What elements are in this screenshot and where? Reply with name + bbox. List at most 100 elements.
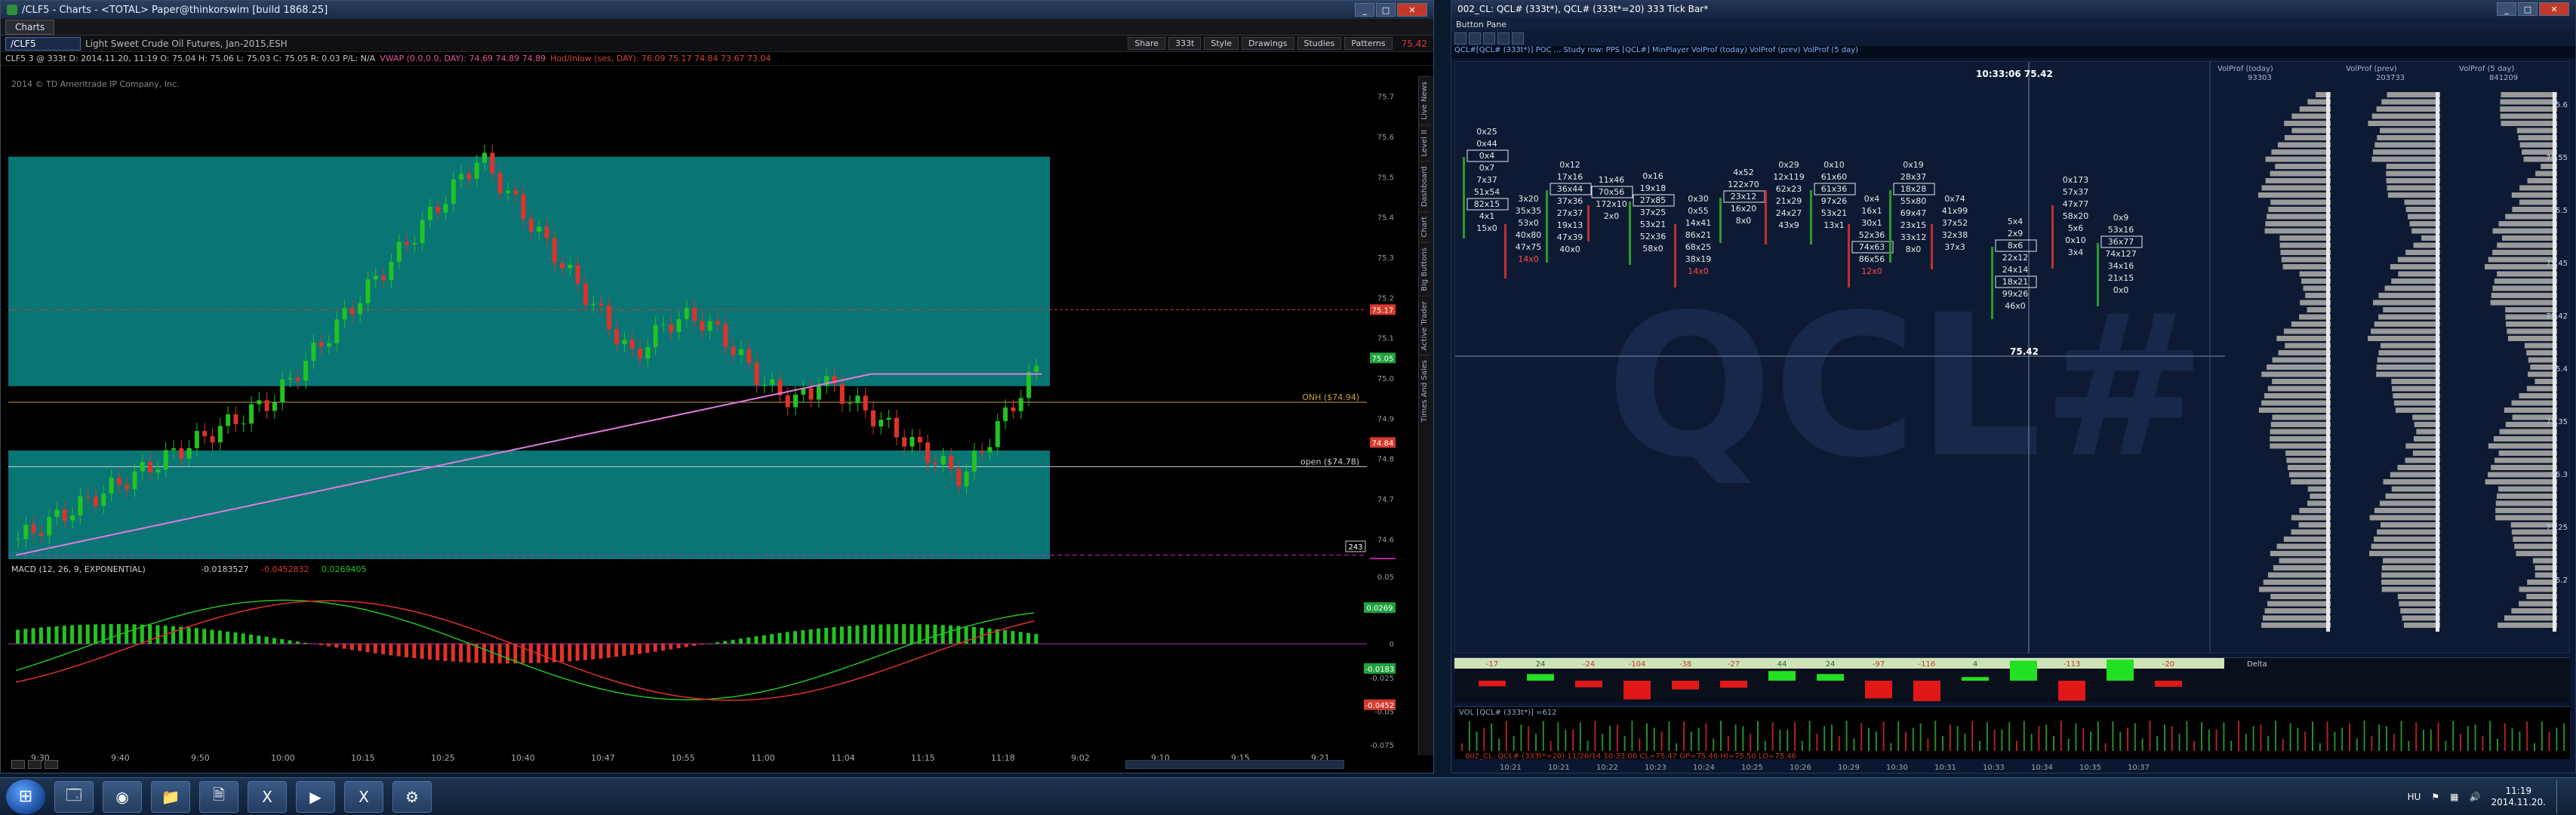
- toolbar-button-studies[interactable]: Studies: [1297, 37, 1342, 50]
- side-tab-big-buttons[interactable]: Big Buttons: [1419, 241, 1430, 296]
- volume-profile-bar: [2377, 529, 2440, 535]
- symbol-input[interactable]: /CLF5: [5, 36, 81, 51]
- candle: [334, 319, 340, 343]
- macd-histogram-bar: [443, 644, 448, 661]
- explorer-icon[interactable]: 🗔: [54, 780, 94, 813]
- clock-date: 2014.11.20.: [2491, 796, 2546, 807]
- candle: [568, 264, 573, 269]
- grid-icon[interactable]: [1497, 32, 1510, 45]
- tos-icon[interactable]: ▶: [296, 780, 335, 813]
- delta-bar: [1817, 674, 1844, 681]
- price-chart[interactable]: ONH ($74.94) open ($74.78) 243 75.7 75.6 75.5…: [8, 76, 1397, 559]
- volume-profile-bar: [2371, 328, 2440, 334]
- zoom-icon[interactable]: [1483, 32, 1495, 45]
- macd-histogram-bar: [832, 627, 836, 644]
- chart-icon[interactable]: [1512, 32, 1524, 45]
- volume-profile-bar: [2494, 457, 2557, 463]
- macd-histogram-bar: [497, 644, 502, 664]
- volume-profile-bar: [2501, 121, 2557, 126]
- zoom-reset-button[interactable]: [45, 760, 58, 769]
- volume-profile-bar: [2493, 436, 2557, 441]
- volume-profile-bar: [2507, 328, 2557, 334]
- excel-icon[interactable]: X: [248, 780, 287, 813]
- qcl-minimize-button[interactable]: _: [2497, 2, 2516, 16]
- footprint-panel[interactable]: QCL# 10:33:06 75.42 75.42 0x25 0x44 0x4 0x7 7x3…: [1454, 61, 2570, 654]
- macd-histogram-bar: [396, 644, 401, 657]
- side-tab-times-and-sales[interactable]: Times And Sales: [1419, 355, 1430, 427]
- symbol-bar: /CLF5 Light Sweet Crude Oil Futures, Jan…: [1, 35, 1433, 52]
- time-cursor-label: 10:33:06 75.42: [1976, 69, 2053, 79]
- language-indicator[interactable]: HU: [2408, 792, 2421, 802]
- toolbar-button-drawings[interactable]: Drawings: [1242, 37, 1294, 50]
- side-tab-chart[interactable]: Chart: [1419, 211, 1430, 242]
- qcl-time-label: 10:37: [2128, 764, 2150, 772]
- side-tab-dashboard[interactable]: Dashboard: [1419, 161, 1430, 212]
- volume-profile-bar: [2511, 400, 2557, 406]
- delta-value: 24: [1826, 660, 1836, 669]
- volume-profile-bar: [2402, 615, 2440, 621]
- crosshair-icon[interactable]: [1454, 32, 1467, 45]
- macd-chart[interactable]: MACD (12, 26, 9, EXPONENTIAL) -0.0183527 -…: [8, 563, 1397, 752]
- macd-tag-label: 0.0269: [1367, 604, 1393, 613]
- chart-scrollbar[interactable]: [1125, 760, 1344, 769]
- qcl-maximize-button[interactable]: □: [2518, 2, 2538, 16]
- start-button[interactable]: ⊞: [6, 779, 45, 814]
- candle: [257, 400, 262, 404]
- macd-histogram-bar: [155, 625, 160, 644]
- footprint-bar: [1765, 190, 1767, 244]
- minimize-button[interactable]: _: [1355, 3, 1374, 17]
- toolbar-button-patterns[interactable]: Patterns: [1344, 37, 1393, 50]
- side-tab-level-ii[interactable]: Level II: [1419, 124, 1430, 161]
- toolbar-button-share[interactable]: Share: [1128, 37, 1166, 50]
- zoom-out-button[interactable]: [28, 760, 42, 769]
- app-icon[interactable]: ⚙: [392, 780, 432, 813]
- close-button[interactable]: ✕: [1397, 3, 1427, 17]
- show-desktop-button[interactable]: [2556, 780, 2567, 813]
- volume-profile-bar: [2276, 336, 2331, 341]
- flag-icon[interactable]: ⚑: [2431, 792, 2439, 802]
- macd-axis-label: -0.025: [1370, 675, 1394, 683]
- footprint-chart[interactable]: QCL# 10:33:06 75.42 75.42 0x25 0x44 0x4 0x7 7x3…: [1455, 62, 2570, 654]
- maximize-button[interactable]: □: [1376, 3, 1396, 17]
- qcl-price-label: 75.42: [2546, 312, 2568, 321]
- toolbar-button-333t[interactable]: 333t: [1168, 37, 1202, 50]
- clock[interactable]: 11:19 2014.11.20.: [2491, 786, 2546, 808]
- candle: [933, 463, 938, 465]
- side-tab-live-news[interactable]: Live News: [1419, 76, 1430, 125]
- volume-profile-bar: [2492, 228, 2557, 234]
- candle: [125, 484, 130, 490]
- volume-profile-bar: [2407, 214, 2440, 220]
- document-icon[interactable]: 🗎: [199, 780, 239, 813]
- arrow-icon[interactable]: [1469, 32, 1481, 45]
- macd-histogram-bar: [544, 644, 549, 663]
- qcl-close-button[interactable]: ✕: [2539, 2, 2569, 16]
- candle: [645, 346, 651, 359]
- volume-profile-bar: [2285, 451, 2331, 456]
- volume-icon[interactable]: 🔊: [2470, 792, 2481, 802]
- footprint-cell: 47x75: [1516, 242, 1542, 252]
- macd-histogram-bar: [614, 644, 619, 657]
- qcl-price-label: 75.2: [2551, 577, 2568, 585]
- volume-profile-bar: [2381, 572, 2440, 578]
- volume-profile-bar: [2387, 92, 2440, 97]
- volume-profile-bar: [2383, 307, 2440, 312]
- volume-profile-bar: [2405, 250, 2440, 255]
- tab-charts[interactable]: Charts: [5, 19, 55, 35]
- macd-histogram-bar: [848, 626, 852, 644]
- folder-icon[interactable]: 📁: [151, 780, 190, 813]
- chrome-icon[interactable]: ◉: [103, 780, 142, 813]
- macd-tag-label: -0.0183: [1365, 666, 1395, 674]
- excel-icon-2[interactable]: X: [344, 780, 383, 813]
- macd-histogram-bar: [886, 624, 891, 644]
- footprint-bar: [1719, 198, 1722, 243]
- candle: [940, 456, 946, 465]
- toolbar-button-style[interactable]: Style: [1204, 37, 1239, 50]
- volume-profile-bar: [2368, 121, 2440, 126]
- zoom-in-button[interactable]: [11, 760, 25, 769]
- footprint-cell: 5x6: [2068, 223, 2084, 233]
- network-icon[interactable]: ▦: [2450, 792, 2458, 802]
- button-pane-menu[interactable]: Button Pane: [1456, 20, 1507, 29]
- side-tab-active-trader[interactable]: Active Trader: [1419, 295, 1430, 355]
- macd-histogram-bar: [451, 644, 455, 662]
- volume-profile-bar: [2497, 242, 2557, 248]
